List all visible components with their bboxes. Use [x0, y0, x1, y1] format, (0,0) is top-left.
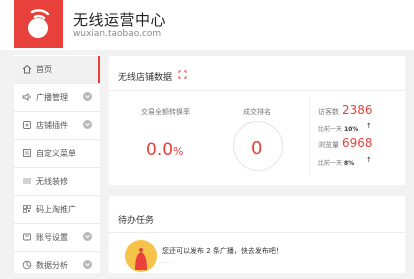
account-icon: [23, 233, 31, 241]
visitors-compare: 比前一天 10%: [318, 124, 358, 133]
sidebar-item-qr-promo[interactable]: 码上淘推广: [14, 196, 100, 223]
todo-sub: · · ·: [162, 260, 172, 267]
top-header: 无线运营中心 wuxian.taobao.com: [0, 0, 414, 50]
sidebar-item-label: 自定义菜单: [36, 149, 76, 158]
app-title: 无线运营中心: [73, 11, 167, 29]
compare-value: 8%: [343, 160, 355, 167]
sidebar-item-label: 无线装修: [36, 177, 68, 186]
divider: [109, 90, 405, 91]
conversion-label: 交易全额转换率: [141, 108, 190, 116]
sidebar-item-label: 码上淘推广: [36, 205, 76, 214]
arrow-up-icon: ↑: [366, 122, 372, 130]
panel-title: 待办任务: [118, 216, 155, 226]
plugin-icon: [23, 121, 31, 129]
compare-prefix: 比前一天: [318, 126, 343, 133]
chevron-down-icon[interactable]: [83, 120, 92, 129]
refresh-icon[interactable]: [178, 70, 187, 79]
chevron-down-icon[interactable]: [83, 92, 92, 101]
chevron-down-icon[interactable]: [83, 232, 92, 241]
app-logo[interactable]: [14, 0, 63, 48]
broadcast-icon: [22, 93, 31, 101]
visitors-value: 2386: [342, 103, 373, 117]
sidebar-item-store-plugins[interactable]: 店铺插件: [14, 112, 100, 139]
visitors-label: 访客数: [318, 108, 339, 116]
sidebar-item-home[interactable]: 首页: [14, 56, 100, 83]
decor-icon: [23, 178, 31, 184]
home-icon: [22, 64, 32, 74]
conversion-number: 0.0: [146, 140, 174, 160]
arrow-up-icon: ↑: [366, 156, 372, 164]
sidebar-item-account-settings[interactable]: 账号设置: [14, 224, 100, 251]
sidebar: 首页 广播管理 店铺插件 自定义菜单 无线装修 码上淘推广 账号设置 数据分析: [14, 55, 100, 273]
chart-icon: [22, 260, 32, 270]
sidebar-item-label: 店铺插件: [36, 121, 68, 130]
store-data-panel: 无线店铺数据 交易全额转换率 0.0% 成交排名 0 访客数 2386 比前一天…: [109, 56, 405, 185]
active-indicator: [98, 56, 100, 83]
sidebar-item-label: 数据分析: [36, 261, 68, 270]
pageviews-label: 浏览量: [318, 141, 339, 149]
qr-icon: [23, 205, 31, 213]
divider: [109, 232, 405, 233]
compare-value: 10%: [343, 126, 359, 133]
conversion-unit: %: [173, 145, 184, 158]
sidebar-item-label: 首页: [36, 65, 52, 74]
sidebar-item-data-analysis[interactable]: 数据分析: [14, 252, 100, 279]
sidebar-item-label: 账号设置: [36, 233, 68, 242]
compare-prefix: 比前一天: [318, 160, 343, 167]
panel-title: 无线店铺数据: [118, 73, 173, 83]
sidebar-item-wireless-decor[interactable]: 无线装修: [14, 168, 100, 195]
sidebar-item-label: 广播管理: [36, 93, 68, 102]
conversion-value: 0.0%: [146, 140, 184, 160]
sidebar-item-custom-menu[interactable]: 自定义菜单: [14, 140, 100, 167]
pageviews-compare: 比前一天 8%: [318, 158, 354, 167]
menu-icon: [23, 149, 31, 157]
ranking-label: 成交排名: [243, 108, 271, 116]
divider: [309, 96, 310, 176]
ranking-value: 0: [251, 138, 263, 159]
chevron-down-icon[interactable]: [83, 260, 92, 269]
todo-panel: 待办任务 您还可以发布 2 条广播，快去发布吧！ · · ·: [109, 196, 405, 273]
bell-avatar-icon: [125, 240, 157, 272]
sidebar-item-broadcast[interactable]: 广播管理: [14, 84, 100, 111]
bell-logo-icon: [28, 9, 50, 38]
todo-message[interactable]: 您还可以发布 2 条广播，快去发布吧！: [162, 246, 283, 256]
pageviews-value: 6968: [342, 136, 373, 150]
app-subtitle: wuxian.taobao.com: [73, 29, 162, 39]
